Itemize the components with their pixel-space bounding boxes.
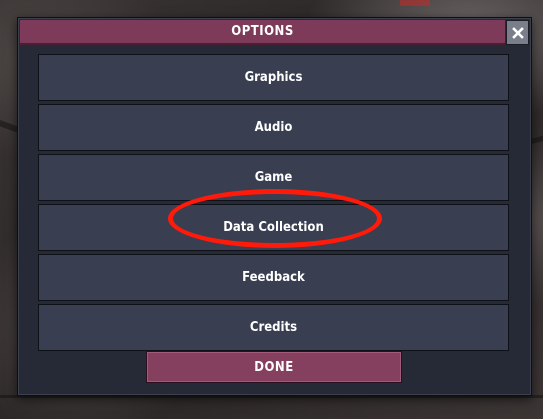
done-button-label: DONE <box>254 359 294 375</box>
close-icon <box>511 26 524 39</box>
graphics-button[interactable]: Graphics <box>38 54 509 101</box>
options-dialog: OPTIONS Graphics Audio Game Data Collect… <box>17 17 532 396</box>
dialog-title: OPTIONS <box>231 24 294 39</box>
data-collection-button-label: Data Collection <box>223 220 324 235</box>
credits-button-label: Credits <box>249 320 298 335</box>
feedback-button[interactable]: Feedback <box>38 254 509 301</box>
feedback-button-label: Feedback <box>242 270 305 285</box>
graphics-button-label: Graphics <box>244 70 303 85</box>
data-collection-button[interactable]: Data Collection <box>38 204 509 251</box>
dialog-titlebar: OPTIONS <box>20 20 505 45</box>
game-button-label: Game <box>254 170 293 185</box>
game-button[interactable]: Game <box>38 154 509 201</box>
audio-button[interactable]: Audio <box>38 104 509 151</box>
credits-button[interactable]: Credits <box>38 304 509 351</box>
done-button[interactable]: DONE <box>146 351 402 383</box>
close-button[interactable] <box>506 20 529 45</box>
audio-button-label: Audio <box>254 120 293 135</box>
options-menu: Graphics Audio Game Data Collection Feed… <box>38 54 509 354</box>
